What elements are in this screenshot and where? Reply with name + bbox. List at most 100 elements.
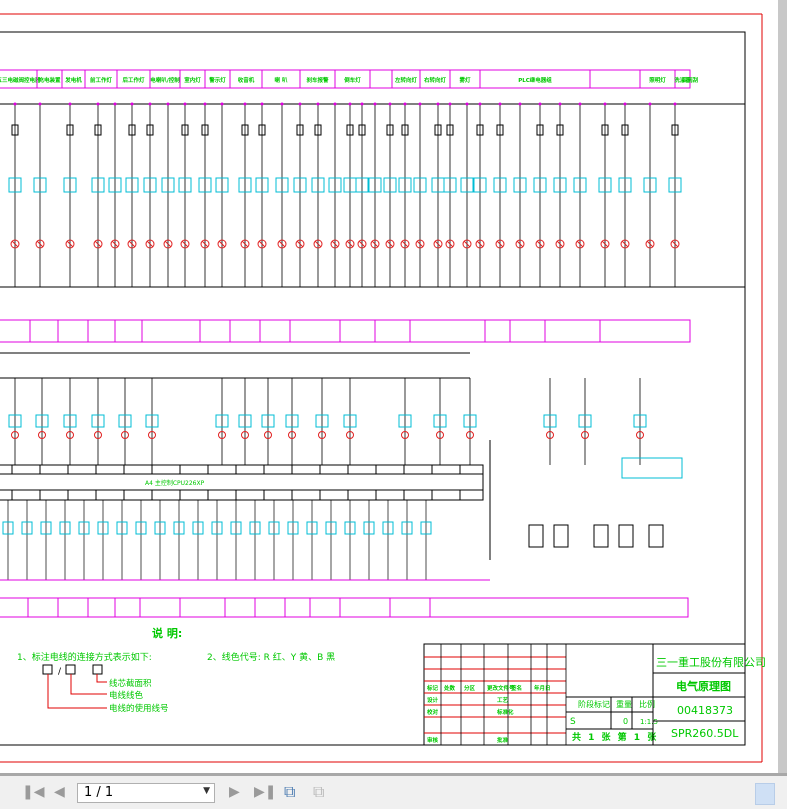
legend-number: 电线的使用线号	[109, 703, 169, 714]
title-block: 三一重工股份有限公司 电气原理图 00418373 SPR260.5DL 阶段标…	[423, 643, 766, 746]
junction-dot	[673, 102, 677, 106]
format-separator: /	[58, 667, 62, 677]
junction-dot	[333, 102, 337, 106]
title-block-role: 批准	[497, 736, 509, 744]
note-2: 2、线色代号: R 红、Y 黄、B 黑	[207, 651, 335, 663]
prev-page-icon[interactable]: ◀	[54, 785, 65, 799]
header-label: 喇 叭	[275, 76, 288, 84]
header-label-row: 五三电磁阀控电器充电装置 发电机 前工作灯 后工作灯 电喇叭/控制 室内灯 警示灯 收音机 喇 …	[0, 69, 699, 89]
title-block-header: 分区	[464, 684, 476, 692]
leader-color	[70, 674, 107, 695]
drawing-title: 电气原理图	[676, 679, 731, 693]
header-label: 倒车灯	[343, 76, 361, 84]
junction-dot	[623, 102, 627, 106]
junction-dot	[148, 102, 152, 106]
vertical-scrollbar[interactable]	[778, 0, 787, 773]
mid-label-row	[0, 319, 691, 343]
title-block-header: 处数	[443, 684, 456, 692]
scale-value: 1:1.5	[640, 718, 658, 726]
header-label: 后工作灯	[122, 76, 145, 84]
junction-dot	[648, 102, 652, 106]
header-label: 前工作灯	[90, 76, 113, 84]
junction-dot	[96, 102, 100, 106]
format-box-core	[92, 664, 103, 675]
header-label: 室内灯	[184, 76, 201, 84]
title-block-role: 审核	[427, 736, 439, 744]
weight-label: 重量	[616, 699, 632, 709]
junction-dot	[220, 102, 224, 106]
single-page-view-button[interactable]	[755, 783, 775, 805]
drawing-number: 00418373	[677, 704, 733, 717]
junction-dot	[603, 102, 607, 106]
junction-dot	[113, 102, 117, 106]
junction-dot	[68, 102, 72, 106]
stage-label: 阶段标记	[578, 699, 610, 709]
sheet-info: 共 1 张 第 1 张	[572, 731, 657, 743]
legend-color: 电线线色	[109, 690, 144, 701]
junction-dot	[360, 102, 364, 106]
header-label: 警示灯	[208, 76, 226, 84]
junction-dot	[418, 102, 422, 106]
junction-dot	[373, 102, 377, 106]
title-block-header: 标记	[426, 684, 439, 692]
next-page-icon[interactable]: ▶	[229, 785, 240, 799]
fit-page-icon[interactable]: ⧉	[284, 784, 295, 800]
solenoid-valve	[553, 524, 569, 548]
junction-dot	[243, 102, 247, 106]
leader-core	[96, 674, 107, 683]
junction-dot	[518, 102, 522, 106]
pdf-page-viewport: 五三电磁阀控电器 充电装置 发电机 前工作灯 后工作灯 电喇叭/控制 室内灯 警示灯 收音机 喇 …	[0, 0, 778, 773]
junction-dot	[348, 102, 352, 106]
junction-dot	[298, 102, 302, 106]
junction-dot	[166, 102, 170, 106]
bottom-label-row	[0, 597, 689, 618]
title-block-header: 年月日	[534, 684, 551, 692]
title-block-header: 签名	[510, 684, 522, 692]
format-box-color	[65, 664, 76, 675]
controller-block: A4 主控制CPU226XP	[0, 464, 484, 501]
first-page-icon[interactable]: ❚◀	[22, 785, 45, 799]
title-block-role: 标准化	[496, 708, 514, 716]
page-number-select[interactable]: 1 / 1 ▼	[77, 783, 215, 803]
header-label: PLC继电器组	[518, 76, 552, 84]
junction-dot	[183, 102, 187, 106]
junction-dot	[498, 102, 502, 106]
controller-label: A4 主控制CPU226XP	[145, 479, 205, 487]
model-number: SPR260.5DL	[671, 727, 739, 740]
junction-dot	[538, 102, 542, 106]
leader-number	[47, 674, 107, 709]
chevron-down-icon[interactable]: ▼	[203, 786, 210, 796]
header-label: 后雨刮	[682, 76, 699, 84]
stage-value: S	[570, 717, 576, 727]
junction-dot	[403, 102, 407, 106]
note-1: 1、标注电线的连接方式表示如下:	[17, 651, 152, 663]
solenoid-valve	[528, 524, 544, 548]
junction-dot	[260, 102, 264, 106]
junction-dot	[578, 102, 582, 106]
junction-dot	[388, 102, 392, 106]
legend-core: 线芯截面积	[109, 678, 152, 689]
last-page-icon[interactable]: ▶❚	[254, 785, 277, 799]
format-box-number	[42, 664, 53, 675]
junction-dot	[316, 102, 320, 106]
junction-dot	[448, 102, 452, 106]
junction-dot	[203, 102, 207, 106]
header-label: 五三电磁阀控电器	[0, 76, 41, 84]
notes-title: 说 明:	[152, 626, 182, 640]
solenoid-valve	[618, 524, 634, 548]
circuit-area	[0, 102, 745, 581]
fit-width-icon[interactable]: ⧉	[313, 784, 324, 800]
header-label: 左转向灯	[394, 76, 418, 84]
junction-dot	[436, 102, 440, 106]
title-block-role: 校对	[427, 708, 439, 716]
header-label: 照明灯	[649, 76, 666, 84]
header-label: 雾灯	[458, 76, 471, 84]
junction-dot	[13, 102, 17, 106]
right-module	[621, 457, 683, 479]
solenoid-valve	[593, 524, 609, 548]
junction-dot	[280, 102, 284, 106]
company-name: 三一重工股份有限公司	[656, 655, 766, 669]
header-label: 右转向灯	[424, 76, 447, 84]
junction-dot	[38, 102, 42, 106]
junction-dot	[130, 102, 134, 106]
